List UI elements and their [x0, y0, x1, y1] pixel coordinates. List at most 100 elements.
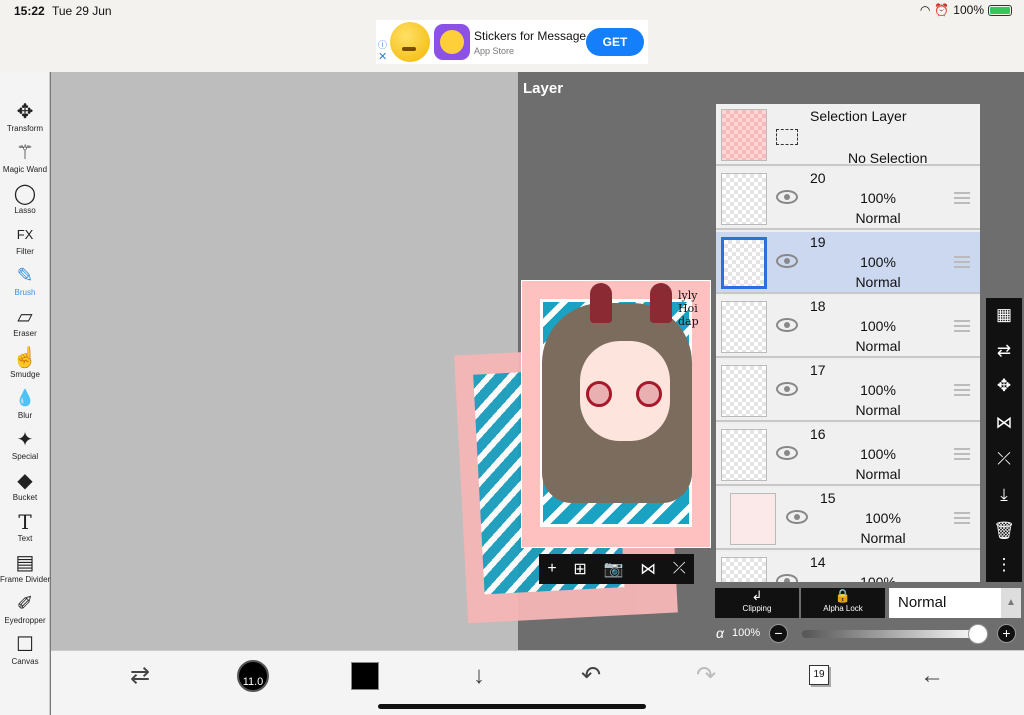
layers-button[interactable]: 19 — [809, 665, 829, 685]
trash-icon[interactable]: 🗑 — [986, 516, 1022, 546]
layer-number: 18 — [810, 298, 826, 314]
ad-close-icon[interactable]: ✕ — [378, 50, 387, 63]
more-options-icon[interactable]: ⋮ — [986, 550, 1022, 580]
tool-smudge[interactable]: ☝ Smudge — [0, 346, 50, 386]
layer-opacity: 100% — [860, 254, 896, 270]
checker-fill-icon[interactable]: ▦ — [986, 300, 1022, 330]
brush-size-button[interactable]: 11.0 — [237, 660, 269, 692]
layer-number: 19 — [810, 234, 826, 250]
drag-handle-icon[interactable] — [954, 448, 970, 460]
move-icon[interactable]: ✥ — [986, 371, 1022, 401]
undo-icon[interactable]: ↶ — [576, 659, 606, 693]
layer-blend-mode: Normal — [855, 210, 901, 226]
tool-label: Blur — [17, 411, 33, 420]
status-time: 15:22 — [14, 4, 45, 18]
tool-label: Magic Wand — [2, 165, 48, 174]
layer-thumbnail — [721, 109, 767, 161]
artwork-signature: lyly Hoi dap — [678, 289, 699, 328]
tool-magic-wand[interactable]: ⚚ Magic Wand — [0, 141, 50, 181]
quick-menu-icon[interactable]: ⇄ — [125, 659, 155, 693]
layer-blend-mode: Normal — [855, 402, 901, 418]
tool-label: Smudge — [10, 370, 40, 379]
tool-filter[interactable]: FX Filter — [0, 223, 50, 263]
layer-opacity: 100% — [860, 190, 896, 206]
clipping-button[interactable]: ↲ Clipping — [715, 588, 799, 618]
drag-handle-icon[interactable] — [954, 512, 970, 524]
flip-vertical-icon[interactable]: ⤫ — [673, 560, 686, 578]
flip-horizontal-icon[interactable]: ⋈ — [986, 408, 1022, 438]
clipping-label: Clipping — [742, 604, 772, 613]
layer-number: 20 — [810, 170, 826, 186]
tool-canvas[interactable]: ☐ Canvas — [0, 633, 50, 673]
layer-row-15[interactable]: 15 100% Normal — [716, 488, 980, 550]
opacity-slider-track[interactable] — [802, 630, 982, 638]
tool-text[interactable]: T Text — [0, 510, 50, 550]
eraser-icon: ▱ — [17, 306, 33, 328]
layer-list[interactable]: Selection Layer No Selection 20 100% Nor… — [716, 104, 980, 582]
ad-banner[interactable]: ⓘ ✕ Stickers for Message App Store GET — [376, 20, 648, 64]
merge-down-icon[interactable]: ⤓ — [986, 480, 1022, 510]
layer-row-20[interactable]: 20 100% Normal — [716, 168, 980, 230]
brush-icon: ✎ — [16, 265, 34, 287]
opacity-decrease-button[interactable]: − — [769, 624, 788, 643]
character-ear-left — [590, 283, 612, 323]
opacity-slider-knob[interactable] — [968, 624, 988, 644]
status-icons: ◠ ⏰ 100% — [920, 3, 1012, 17]
redo-icon[interactable]: ↷ — [691, 659, 721, 693]
blend-mode-select[interactable]: Normal — [889, 588, 1001, 618]
character-eye-right — [636, 381, 662, 407]
layer-swap-icon[interactable]: ⇄ — [986, 336, 1022, 366]
magic-wand-icon: ⚚ — [16, 142, 34, 164]
selection-layer-row[interactable]: Selection Layer No Selection — [716, 104, 980, 166]
ad-subtitle: App Store — [474, 46, 515, 56]
layer-row-17[interactable]: 17 100% Normal — [716, 360, 980, 422]
layer-row-18[interactable]: 18 100% Normal — [716, 296, 980, 358]
tool-label: Transform — [6, 124, 44, 133]
back-arrow-icon[interactable]: ← — [917, 659, 947, 693]
layer-row-16[interactable]: 16 100% Normal — [716, 424, 980, 486]
drag-handle-icon[interactable] — [954, 256, 970, 268]
tool-label: Frame Divider — [0, 575, 51, 584]
status-date: Tue 29 Jun — [52, 4, 112, 18]
tool-brush[interactable]: ✎ Brush — [0, 264, 50, 304]
opacity-increase-button[interactable]: + — [997, 624, 1016, 643]
selection-layer-title: Selection Layer — [810, 108, 907, 124]
tool-bucket[interactable]: ◆ Bucket — [0, 469, 50, 509]
layer-blend-mode: Normal — [860, 530, 906, 546]
tool-blur[interactable]: 💧 Blur — [0, 387, 50, 427]
eyedropper-icon: ✐ — [16, 593, 34, 615]
drag-handle-icon[interactable] — [954, 192, 970, 204]
layer-number: 15 — [820, 490, 836, 506]
tool-label: Special — [11, 452, 39, 461]
tool-eyedropper[interactable]: ✐ Eyedropper — [0, 592, 50, 632]
dropdown-arrow-icon[interactable]: ▲ — [1001, 588, 1021, 618]
alpha-value: 100% — [732, 627, 761, 639]
tool-lasso[interactable]: ◯ Lasso — [0, 182, 50, 222]
tool-label: Bucket — [12, 493, 38, 502]
tool-transform[interactable]: ✥ Transform — [0, 100, 50, 140]
selection-status: No Selection — [848, 150, 928, 166]
add-icon[interactable]: + — [547, 560, 556, 578]
flip-vertical-icon[interactable]: ⤫ — [986, 444, 1022, 474]
drag-handle-icon[interactable] — [954, 320, 970, 332]
artwork-selection[interactable]: lyly Hoi dap — [521, 280, 711, 548]
layer-row-14[interactable]: 14 100% — [716, 552, 980, 582]
tool-frame-divider[interactable]: ▤ Frame Divider — [0, 551, 50, 591]
ad-get-button[interactable]: GET — [586, 28, 644, 56]
flip-horizontal-icon[interactable]: ⋈ — [640, 559, 656, 579]
layer-tools-column: ▦ ⇄ ✥ ⋈ ⤫ ⤓ 🗑 ⋮ — [986, 298, 1022, 582]
character-ear-right — [650, 283, 672, 323]
transform-icon: ✥ — [16, 101, 34, 123]
download-arrow-icon[interactable]: ↓ — [464, 659, 494, 693]
alarm-icon: ⏰ — [934, 3, 950, 17]
drag-handle-icon[interactable] — [954, 384, 970, 396]
camera-icon[interactable]: 📷 — [604, 559, 624, 579]
tool-special[interactable]: ✦ Special — [0, 428, 50, 468]
tool-eraser[interactable]: ▱ Eraser — [0, 305, 50, 345]
tool-label: Text — [17, 534, 33, 543]
add-layer-icon[interactable]: ⊞ — [573, 559, 586, 579]
alpha-lock-button[interactable]: 🔒 Alpha Lock — [801, 588, 885, 618]
layer-row-19[interactable]: 19 100% Normal — [716, 232, 980, 294]
color-swatch[interactable] — [351, 662, 379, 690]
drawing-canvas[interactable] — [51, 72, 518, 650]
